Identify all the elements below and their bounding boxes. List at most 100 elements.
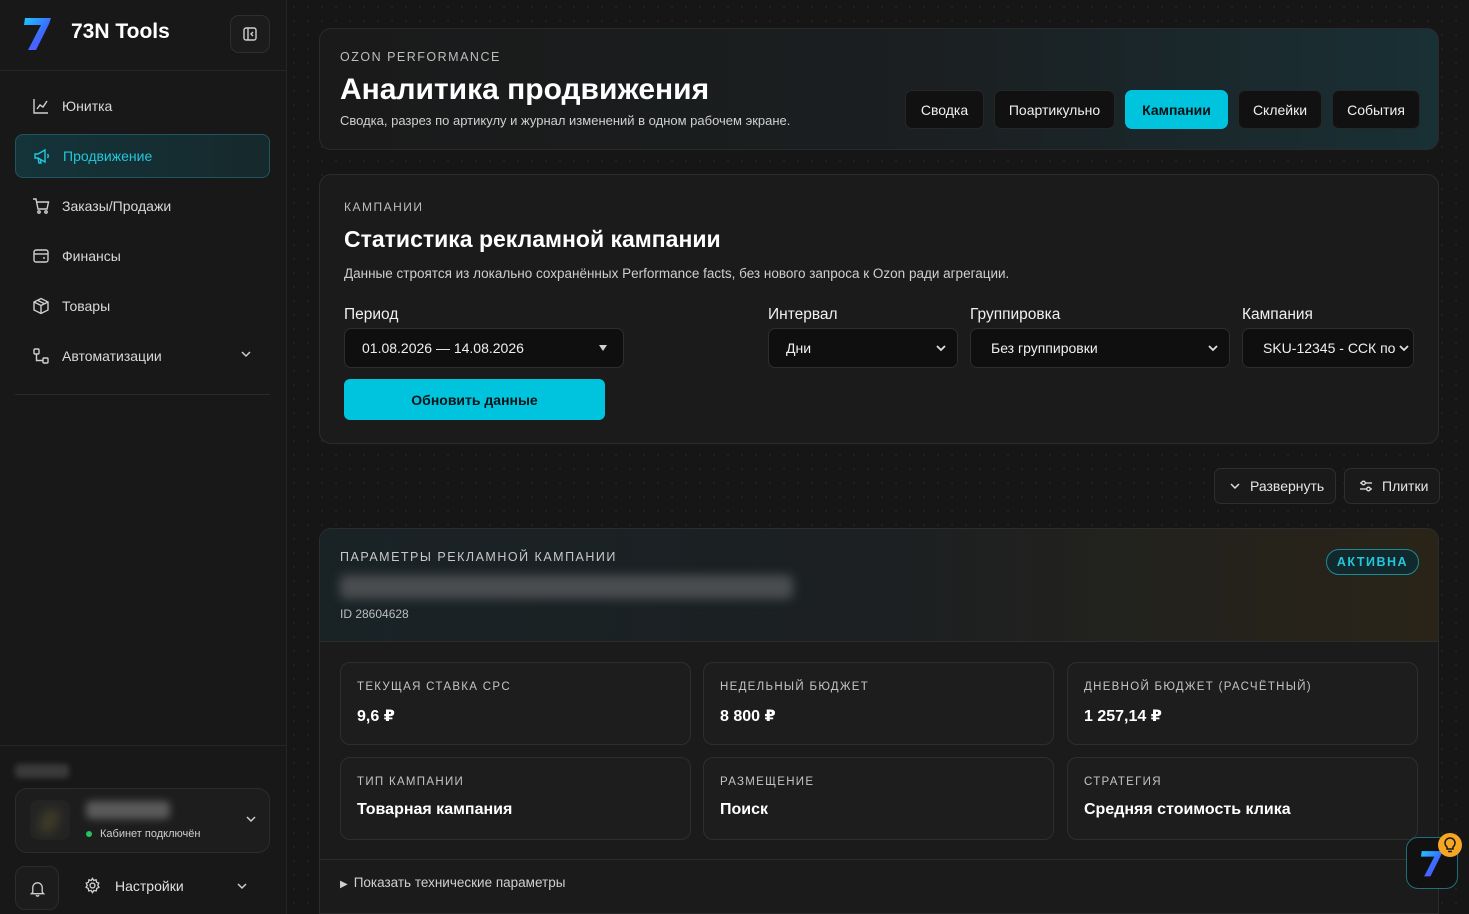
- interval-select[interactable]: Дни: [768, 328, 958, 368]
- collapse-sidebar-button[interactable]: [230, 15, 270, 53]
- metric-value: Поиск: [720, 801, 769, 818]
- page-kicker: OZON PERFORMANCE: [340, 50, 501, 64]
- period-picker[interactable]: 01.08.2026 — 14.08.2026: [344, 328, 624, 368]
- app-title: 73N Tools: [71, 20, 170, 43]
- sidebar-divider: [15, 394, 270, 395]
- sidebar-item-promotion[interactable]: Продвижение: [15, 134, 270, 178]
- refresh-data-button[interactable]: Обновить данные: [344, 379, 605, 420]
- brand-header: 73N Tools: [0, 0, 286, 71]
- sidebar-footer: Кабинет подключён Настройки: [0, 745, 287, 914]
- tiles-label: Плитки: [1382, 478, 1429, 494]
- tab-by-sku[interactable]: Поартикульно: [994, 90, 1115, 129]
- campaign-select[interactable]: SKU-12345 - ССК по: [1242, 328, 1414, 368]
- section-title: Статистика рекламной кампании: [344, 226, 721, 252]
- metric-value: 9,6 ₽: [357, 708, 395, 725]
- metric-label: ТЕКУЩАЯ СТАВКА CPC: [357, 681, 511, 693]
- interval-label: Интервал: [768, 306, 838, 323]
- cart-icon: [32, 197, 50, 215]
- sidebar-item-label: Заказы/Продажи: [62, 198, 172, 214]
- megaphone-icon: [33, 147, 51, 165]
- tab-merges[interactable]: Склейки: [1238, 90, 1322, 129]
- status-badge: АКТИВНА: [1326, 549, 1419, 575]
- metric-card-weekly-budget: НЕДЕЛЬНЫЙ БЮДЖЕТ 8 800 ₽: [703, 662, 1054, 745]
- bell-icon: [29, 881, 45, 897]
- chevron-down-icon[interactable]: [236, 880, 248, 892]
- expand-button[interactable]: Развернуть: [1214, 468, 1336, 504]
- campaign-divider: [320, 859, 1438, 860]
- sidebar-nav: Юнитка Продвижение Заказы/Продажи Финанс…: [15, 84, 270, 384]
- account-status: Кабинет подключён: [86, 828, 200, 840]
- metric-value: Средняя стоимость клика: [1084, 801, 1291, 818]
- chevron-down-icon: [1399, 345, 1409, 352]
- tab-summary[interactable]: Сводка: [905, 90, 984, 129]
- grouping-value: Без группировки: [991, 340, 1098, 356]
- caret-down-icon: [599, 345, 607, 351]
- sidebar-item-products[interactable]: Товары: [15, 284, 270, 328]
- account-status-text: Кабинет подключён: [100, 828, 201, 840]
- sidebar: 73N Tools Юнитка Продвижение Заказы/Прод…: [0, 0, 287, 914]
- metric-label: НЕДЕЛЬНЫЙ БЮДЖЕТ: [720, 681, 870, 693]
- metric-value: Товарная кампания: [357, 801, 513, 818]
- grouping-label: Группировка: [970, 306, 1061, 323]
- chevron-down-icon: [246, 816, 256, 823]
- metric-value: 1 257,14 ₽: [1084, 708, 1162, 725]
- campaign-params-panel: ПАРАМЕТРЫ РЕКЛАМНОЙ КАМПАНИИ ID 28604628…: [319, 528, 1439, 914]
- settings-label: Настройки: [115, 877, 184, 894]
- metric-label: ДНЕВНОЙ БЮДЖЕТ (РАСЧЁТНЫЙ): [1084, 681, 1312, 693]
- sidebar-item-finance[interactable]: Финансы: [15, 234, 270, 278]
- metric-card-cpc: ТЕКУЩАЯ СТАВКА CPC 9,6 ₽: [340, 662, 691, 745]
- view-tabs: Сводка Поартикульно Кампании Склейки Соб…: [905, 90, 1420, 129]
- interval-value: Дни: [786, 340, 812, 356]
- status-dot-icon: [86, 831, 92, 837]
- period-label: Период: [344, 306, 399, 323]
- tab-events[interactable]: События: [1332, 90, 1420, 129]
- account-section-label-blurred: [15, 764, 69, 778]
- tiles-view-button[interactable]: Плитки: [1344, 468, 1440, 504]
- chevron-down-icon: [241, 351, 251, 358]
- metric-label: СТРАТЕГИЯ: [1084, 776, 1162, 788]
- campaign-header: ПАРАМЕТРЫ РЕКЛАМНОЙ КАМПАНИИ ID 28604628…: [320, 529, 1438, 642]
- box-icon: [32, 297, 50, 315]
- show-technical-params-toggle[interactable]: ▶ Показать технические параметры: [340, 875, 565, 890]
- metric-value: 8 800 ₽: [720, 708, 776, 725]
- lightbulb-icon: [1438, 833, 1462, 857]
- metric-card-placement: РАЗМЕЩЕНИЕ Поиск: [703, 757, 1054, 840]
- campaign-id: ID 28604628: [340, 607, 409, 621]
- chevron-down-icon: [1208, 345, 1218, 352]
- expand-label: Развернуть: [1250, 478, 1325, 494]
- main-content: OZON PERFORMANCE Аналитика продвижения С…: [287, 0, 1469, 914]
- page-subtitle: Сводка, разрез по артикулу и журнал изме…: [340, 113, 791, 128]
- metric-card-daily-budget: ДНЕВНОЙ БЮДЖЕТ (РАСЧЁТНЫЙ) 1 257,14 ₽: [1067, 662, 1418, 745]
- sidebar-item-unitka[interactable]: Юнитка: [15, 84, 270, 128]
- chevron-down-icon: [1229, 480, 1241, 492]
- sidebar-item-automations[interactable]: Автоматизации: [15, 334, 270, 378]
- sidebar-item-label: Юнитка: [62, 98, 113, 114]
- sidebar-item-label: Продвижение: [63, 148, 153, 164]
- account-switcher[interactable]: Кабинет подключён: [15, 788, 270, 853]
- sidebar-item-label: Финансы: [62, 248, 121, 264]
- campaign-label: Кампания: [1242, 306, 1313, 323]
- campaign-kicker: ПАРАМЕТРЫ РЕКЛАМНОЙ КАМПАНИИ: [340, 550, 617, 564]
- account-name-blurred: [86, 801, 170, 819]
- section-description: Данные строятся из локально сохранённых …: [344, 266, 1010, 281]
- app-logo-icon[interactable]: [22, 14, 54, 52]
- triangle-right-icon: ▶: [340, 879, 348, 890]
- page-title: Аналитика продвижения: [340, 73, 710, 106]
- settings-button[interactable]: Настройки: [84, 877, 184, 894]
- campaign-name-blurred: [340, 575, 793, 599]
- sidebar-item-label: Товары: [62, 298, 111, 314]
- notifications-button[interactable]: [15, 866, 59, 910]
- metric-label: ТИП КАМПАНИИ: [357, 776, 465, 788]
- chevron-down-icon: [936, 345, 946, 352]
- sidebar-item-orders[interactable]: Заказы/Продажи: [15, 184, 270, 228]
- section-kicker: КАМПАНИИ: [344, 200, 424, 214]
- gear-icon: [84, 877, 101, 894]
- wallet-icon: [32, 247, 50, 265]
- page-header: OZON PERFORMANCE Аналитика продвижения С…: [319, 28, 1439, 150]
- tab-campaigns[interactable]: Кампании: [1125, 90, 1228, 129]
- campaign-select-value: SKU-12345 - ССК по: [1263, 340, 1396, 356]
- sliders-icon: [1359, 479, 1373, 493]
- grouping-select[interactable]: Без группировки: [970, 328, 1230, 368]
- avatar: [30, 800, 70, 840]
- sidebar-toggle-icon: [243, 27, 257, 41]
